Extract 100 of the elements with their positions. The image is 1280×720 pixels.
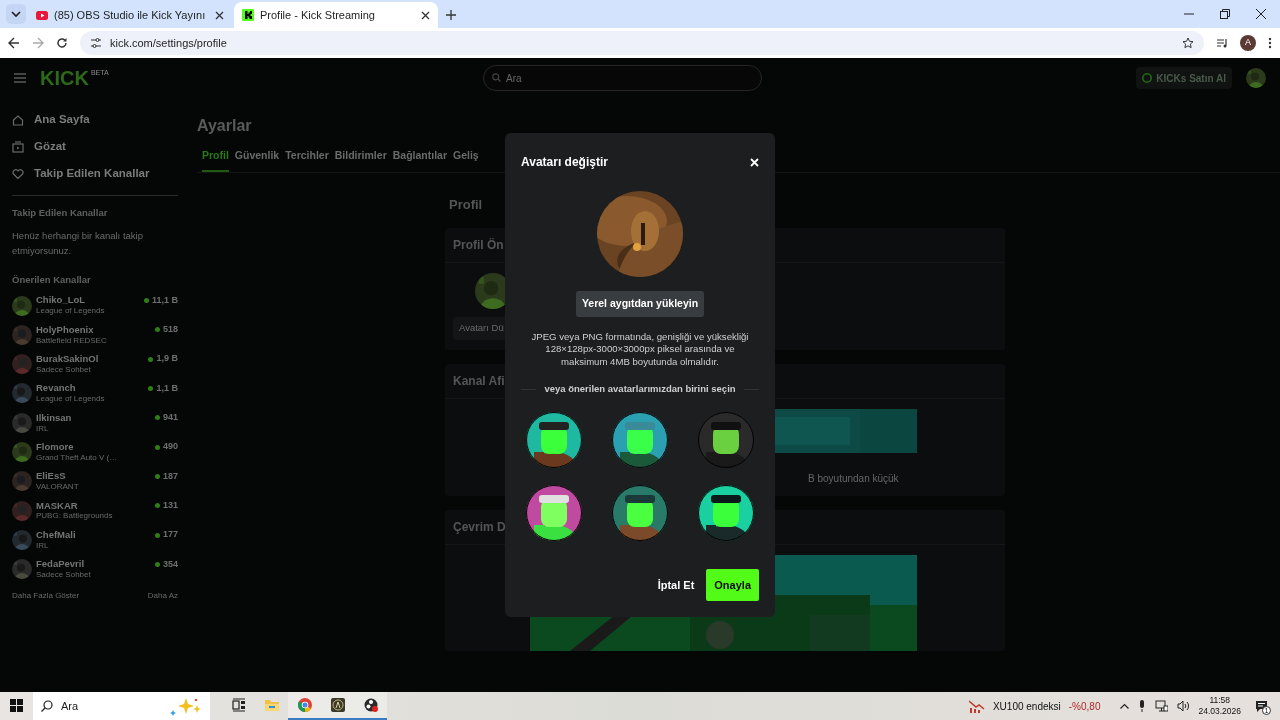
- star-icon[interactable]: [1182, 37, 1194, 49]
- nav-link[interactable]: Gözat: [12, 133, 178, 160]
- channel-category: Battlefield REDSEC: [36, 335, 108, 345]
- nav-link[interactable]: Takip Edilen Kanallar: [12, 160, 178, 187]
- settings-tab[interactable]: Güvenlik: [234, 148, 280, 172]
- show-more-link[interactable]: Daha Fazla Göster: [12, 589, 80, 602]
- media-icon[interactable]: [1216, 37, 1228, 49]
- browser-icon: [297, 698, 312, 712]
- live-dot-icon: [154, 561, 160, 567]
- settings-tab[interactable]: Bağlantılar: [392, 148, 447, 172]
- channel-name[interactable]: ChefMali: [36, 529, 151, 541]
- confirm-button[interactable]: Onayla: [706, 569, 759, 602]
- show-less-link[interactable]: Daha Az: [147, 589, 178, 602]
- browser-tab[interactable]: (85) OBS Studio ile Kick Yayını: [28, 2, 232, 28]
- heart-icon: [12, 167, 24, 180]
- microphone-icon[interactable]: [1138, 700, 1147, 712]
- settings-tab[interactable]: Profil: [202, 148, 229, 172]
- close-icon[interactable]: [215, 10, 224, 20]
- address-bar[interactable]: kick.com/settings/profile: [80, 31, 1204, 55]
- game-app-icon: [330, 698, 345, 712]
- cancel-button[interactable]: İptal Et: [657, 577, 695, 594]
- stock-name: XU100 endeksi: [992, 699, 1061, 714]
- clock-time[interactable]: 11:58: [1209, 695, 1231, 706]
- folder-icon: [264, 698, 279, 712]
- section-heading: Takip Edilen Kanallar: [12, 206, 109, 220]
- profile-avatar[interactable]: A: [1240, 35, 1256, 51]
- new-tab-icon[interactable]: [446, 10, 456, 20]
- tab-title: Profile - Kick Streaming: [260, 7, 376, 23]
- search-field[interactable]: Ara: [483, 65, 762, 92]
- live-dot-icon: [143, 298, 149, 304]
- close-icon[interactable]: [421, 10, 430, 20]
- section-title: Profil: [448, 195, 484, 214]
- settings-tab[interactable]: Bildirimler: [334, 148, 387, 172]
- site-settings-icon: [90, 37, 102, 49]
- recorder-icon: [363, 698, 378, 712]
- volume-icon[interactable]: [1177, 700, 1191, 712]
- browse-icon: [12, 140, 24, 153]
- close-button[interactable]: [750, 157, 759, 167]
- site-favicon-icon: [242, 9, 254, 21]
- empty-message: Henüz herhangi bir kanalı takip etmiyorsunuz.: [12, 229, 144, 259]
- settings-tab[interactable]: Tercihler: [285, 148, 329, 172]
- upload-button[interactable]: Yerel aygıtdan yükleyin: [575, 291, 705, 317]
- channel-name[interactable]: Revanch: [36, 383, 145, 395]
- channel-name[interactable]: HolyPhoenix: [36, 324, 151, 336]
- home-icon: [12, 113, 24, 126]
- channel-name[interactable]: EliEsS: [36, 471, 151, 483]
- back-icon[interactable]: [8, 37, 20, 49]
- logo[interactable]: KICK: [40, 68, 89, 88]
- channel-name[interactable]: FedaPevril: [36, 559, 151, 571]
- channel-category: IRL: [36, 540, 50, 550]
- channel-category: VALORANT: [36, 482, 80, 492]
- taskbar-search-field[interactable]: Ara: [33, 692, 210, 720]
- channel-name[interactable]: BurakSakinOl: [36, 354, 145, 365]
- settings-tab[interactable]: Geliş: [453, 148, 479, 172]
- live-dot-icon: [154, 473, 160, 479]
- channel-name[interactable]: Ilkinsan: [36, 412, 151, 424]
- task-view-icon: [231, 698, 246, 712]
- live-dot-icon: [154, 532, 160, 538]
- tab-list-caret-icon[interactable]: [6, 4, 26, 24]
- tab-title: (85) OBS Studio ile Kick Yayını: [54, 7, 207, 23]
- divider-label: veya önerilen avatarlarımızdan birini seçin: [544, 382, 736, 397]
- close-icon[interactable]: [1256, 9, 1266, 19]
- file-size-note: B boyutundan küçük: [807, 471, 900, 486]
- close-icon: [750, 157, 759, 167]
- viewer-count: 131: [162, 498, 178, 512]
- viewer-count: 177: [162, 528, 178, 542]
- live-dot-icon: [154, 503, 160, 509]
- stock-change: -%0,80: [1068, 699, 1101, 714]
- reload-icon[interactable]: [56, 37, 68, 49]
- viewer-count: 354: [162, 557, 178, 571]
- viewer-count: 518: [162, 323, 178, 337]
- viewer-count: 1,9 B: [156, 352, 178, 366]
- viewer-count: 490: [162, 440, 178, 454]
- clock-date[interactable]: 24.03.2026: [1198, 706, 1241, 717]
- channel-name[interactable]: MASKAR: [36, 500, 151, 512]
- section-heading: Önerilen Kanallar: [12, 272, 92, 287]
- dialog-title: Avatarı değiştir: [521, 154, 608, 171]
- buy-kicks-button[interactable]: KICKs Satın Al: [1136, 67, 1232, 89]
- restore-icon[interactable]: [1220, 9, 1230, 19]
- viewer-count: 11,1 B: [151, 293, 178, 307]
- channel-name[interactable]: Flomore: [36, 441, 151, 453]
- channel-category: League of Legends: [36, 394, 106, 404]
- channel-category: IRL: [36, 423, 50, 433]
- stock-chart-icon: [968, 699, 985, 713]
- channel-category: Sadece Sohbet: [36, 365, 92, 375]
- channel-category: League of Legends: [36, 306, 106, 316]
- channel-category: Grand Theft Auto V (…: [36, 452, 119, 463]
- chevron-up-icon[interactable]: [1120, 703, 1130, 709]
- live-dot-icon: [148, 386, 154, 391]
- coin-icon: [1142, 73, 1153, 83]
- browser-tab[interactable]: Profile - Kick Streaming: [234, 2, 438, 28]
- channel-name[interactable]: Chiko_LoL: [36, 295, 140, 307]
- nav-link[interactable]: Ana Sayfa: [12, 106, 178, 133]
- taskbar-app[interactable]: [354, 692, 387, 720]
- network-icon[interactable]: [1155, 700, 1169, 712]
- url-text: kick.com/settings/profile: [110, 35, 228, 51]
- more-icon[interactable]: [1268, 37, 1272, 49]
- live-dot-icon: [154, 415, 160, 421]
- viewer-count: 187: [162, 469, 178, 483]
- video-favicon-icon: [36, 9, 48, 21]
